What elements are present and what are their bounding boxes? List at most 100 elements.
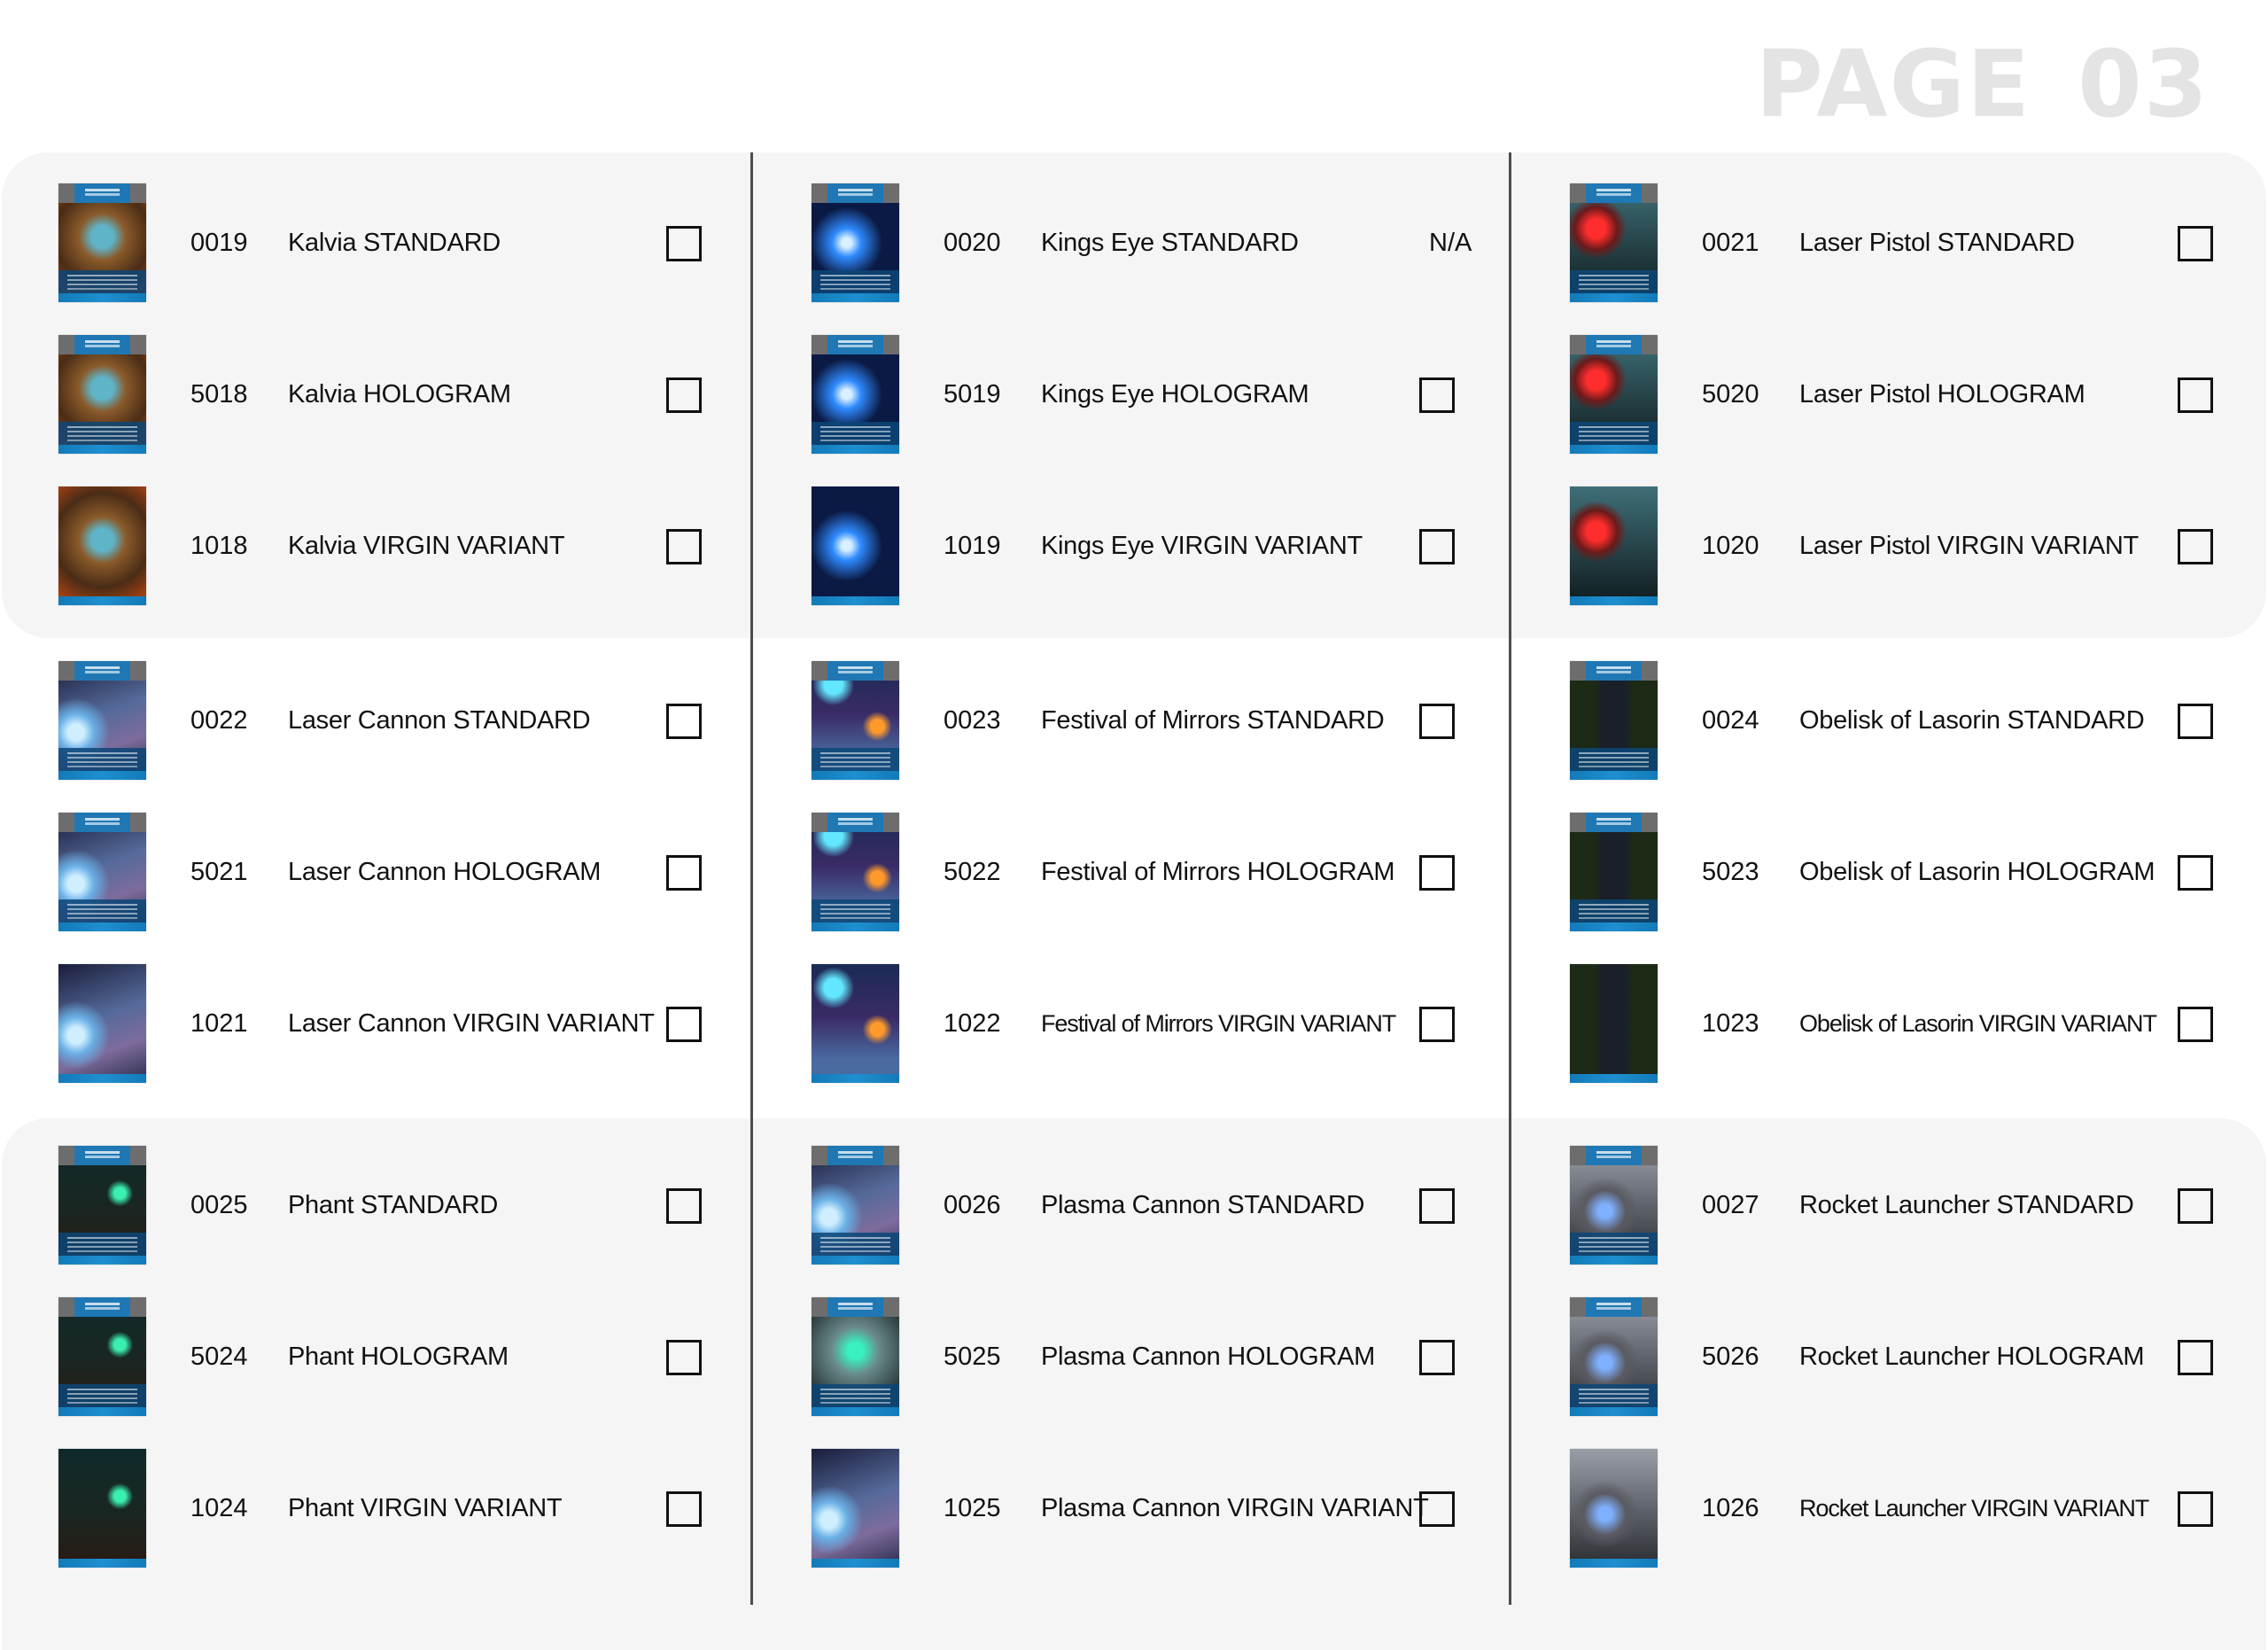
card-thumbnail (812, 1449, 899, 1568)
owned-checkbox[interactable] (2178, 1340, 2213, 1375)
not-applicable-label: N/A (1429, 229, 1472, 257)
owned-checkbox[interactable] (666, 1491, 702, 1527)
card-text-box (812, 1233, 899, 1256)
owned-checkbox[interactable] (666, 1340, 702, 1375)
card-list-item: 1025 Plasma Cannon VIRGIN VARIANT (753, 1449, 1504, 1568)
card-code: 5025 (944, 1343, 1001, 1371)
card-footer-bar (58, 771, 146, 780)
owned-checkbox[interactable] (2178, 377, 2213, 413)
owned-checkbox[interactable] (666, 529, 702, 564)
card-code: 5018 (190, 380, 248, 409)
card-footer-bar (812, 922, 899, 931)
card-footer-bar (58, 922, 146, 931)
card-title-banner (1570, 183, 1658, 203)
card-footer-bar (1570, 1074, 1658, 1083)
card-code: 5020 (1702, 380, 1759, 409)
card-title-banner (812, 183, 899, 203)
card-text-box (812, 899, 899, 922)
card-name: Laser Pistol VIRGIN VARIANT (1799, 532, 2139, 560)
card-list-item: 5021 Laser Cannon HOLOGRAM (0, 813, 751, 931)
card-list-item: 1026 Rocket Launcher VIRGIN VARIANT (1511, 1449, 2263, 1568)
card-footer-bar (812, 1407, 899, 1416)
card-thumbnail (1570, 183, 1658, 302)
card-thumbnail (1570, 1297, 1658, 1416)
owned-checkbox[interactable] (1419, 1188, 1455, 1224)
card-name: Laser Pistol HOLOGRAM (1799, 380, 2085, 409)
card-name: Rocket Launcher VIRGIN VARIANT (1799, 1495, 2149, 1522)
card-title-banner (1570, 813, 1658, 832)
card-text-box (1570, 899, 1658, 922)
card-name: Kalvia STANDARD (288, 229, 501, 257)
card-thumbnail (812, 486, 899, 605)
card-footer-bar (1570, 1407, 1658, 1416)
owned-checkbox[interactable] (1419, 377, 1455, 413)
owned-checkbox[interactable] (666, 226, 702, 261)
card-name: Kalvia HOLOGRAM (288, 380, 511, 409)
card-name: Plasma Cannon STANDARD (1041, 1191, 1365, 1219)
card-text-box (58, 270, 146, 293)
owned-checkbox[interactable] (1419, 1007, 1455, 1042)
card-text-box (58, 422, 146, 445)
card-text-box (812, 1384, 899, 1407)
card-title-banner (1570, 335, 1658, 354)
owned-checkbox[interactable] (1419, 704, 1455, 739)
owned-checkbox[interactable] (1419, 1340, 1455, 1375)
card-thumbnail (812, 335, 899, 454)
card-title-banner (1570, 1297, 1658, 1317)
card-name: Laser Cannon VIRGIN VARIANT (288, 1009, 655, 1038)
card-title-banner (58, 661, 146, 681)
owned-checkbox[interactable] (2178, 1007, 2213, 1042)
card-footer-bar (58, 1256, 146, 1265)
card-list-item: 1019 Kings Eye VIRGIN VARIANT (753, 486, 1504, 605)
card-code: 0026 (944, 1191, 1001, 1219)
owned-checkbox[interactable] (666, 704, 702, 739)
owned-checkbox[interactable] (2178, 1491, 2213, 1527)
owned-checkbox[interactable] (2178, 529, 2213, 564)
card-thumbnail (1570, 661, 1658, 780)
card-code: 0025 (190, 1191, 248, 1219)
card-footer-bar (58, 293, 146, 302)
owned-checkbox[interactable] (2178, 1188, 2213, 1224)
card-thumbnail (58, 661, 146, 780)
owned-checkbox[interactable] (2178, 855, 2213, 891)
card-footer-bar (812, 1074, 899, 1083)
checklist-grid: 0019 Kalvia STANDARD 5018 Kalvia HOLOGRAM 10… (0, 0, 2268, 1605)
owned-checkbox[interactable] (666, 1188, 702, 1224)
card-thumbnail (812, 183, 899, 302)
card-footer-bar (1570, 1559, 1658, 1568)
card-footer-bar (1570, 445, 1658, 454)
owned-checkbox[interactable] (1419, 855, 1455, 891)
card-code: 1023 (1702, 1009, 1759, 1038)
owned-checkbox[interactable] (1419, 1491, 1455, 1527)
owned-checkbox[interactable] (1419, 529, 1455, 564)
card-title-banner (812, 1146, 899, 1165)
owned-checkbox[interactable] (2178, 704, 2213, 739)
owned-checkbox[interactable] (666, 1007, 702, 1042)
card-text-box (812, 422, 899, 445)
card-thumbnail (1570, 335, 1658, 454)
card-list-item: 0026 Plasma Cannon STANDARD (753, 1146, 1504, 1265)
owned-checkbox[interactable] (666, 855, 702, 891)
card-art-image (1570, 964, 1658, 1083)
card-list-item: 5025 Plasma Cannon HOLOGRAM (753, 1297, 1504, 1416)
card-title-banner (1570, 1146, 1658, 1165)
card-footer-bar (1570, 922, 1658, 931)
card-text-box (58, 1384, 146, 1407)
card-footer-bar (58, 596, 146, 605)
card-thumbnail (58, 1297, 146, 1416)
card-art-image (58, 486, 146, 605)
card-footer-bar (812, 771, 899, 780)
card-title-banner (1570, 661, 1658, 681)
card-code: 5024 (190, 1343, 248, 1371)
card-title-banner (58, 1146, 146, 1165)
card-footer-bar (812, 445, 899, 454)
card-code: 0024 (1702, 706, 1759, 735)
owned-checkbox[interactable] (2178, 226, 2213, 261)
card-text-box (1570, 270, 1658, 293)
card-list-item: 5026 Rocket Launcher HOLOGRAM (1511, 1297, 2263, 1416)
card-code: 0019 (190, 229, 248, 257)
card-title-banner (58, 1297, 146, 1317)
owned-checkbox[interactable] (666, 377, 702, 413)
card-code: 0021 (1702, 229, 1759, 257)
card-list-item: 0027 Rocket Launcher STANDARD (1511, 1146, 2263, 1265)
